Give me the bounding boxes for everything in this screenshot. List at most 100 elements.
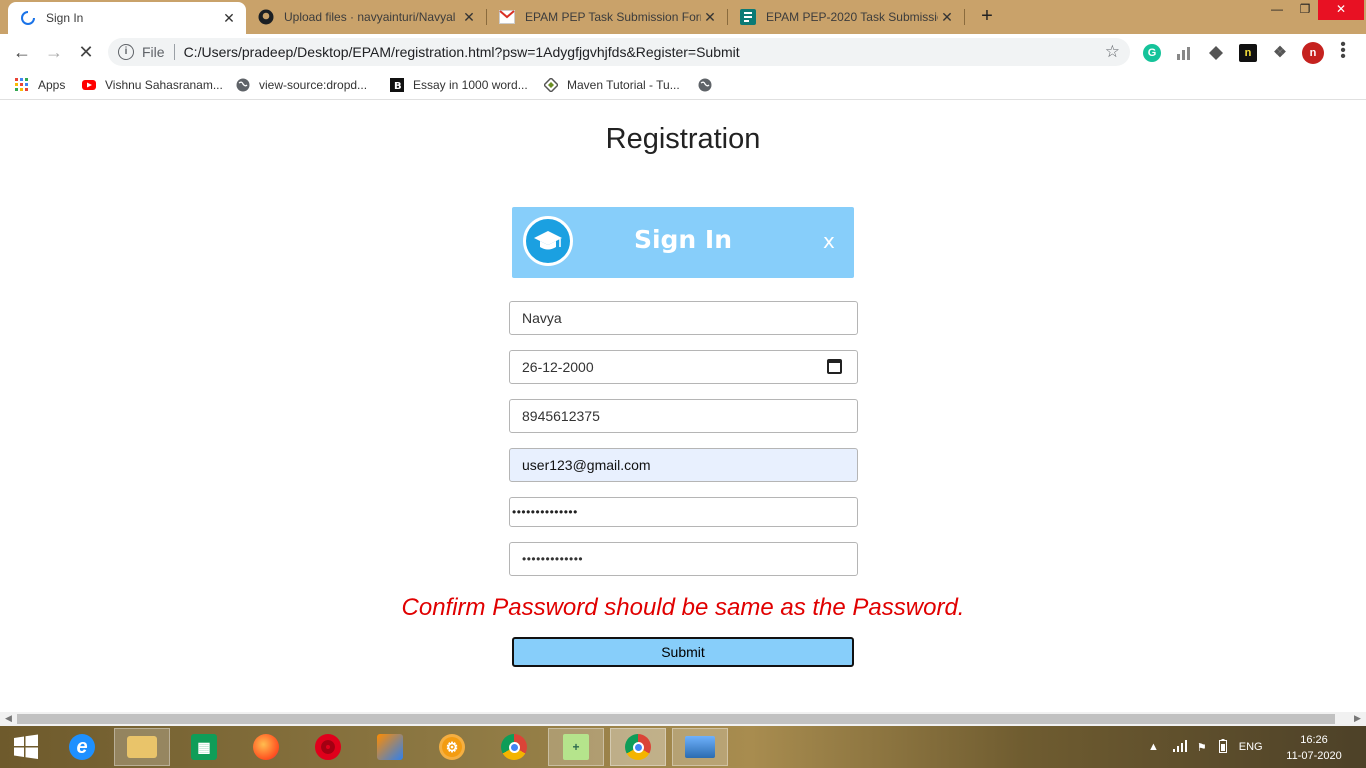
back-button[interactable]: ← xyxy=(11,41,33,63)
tab-title: EPAM PEP Task Submission Form xyxy=(525,10,701,24)
extensions-puzzle-icon[interactable]: ❖ xyxy=(1271,44,1289,62)
taskbar-file-explorer[interactable] xyxy=(114,728,170,766)
windows-taskbar: e ▦ ⚙ + ▲ ⚑ ENG 16:26 11-07-2020 xyxy=(0,726,1366,768)
signin-close-button[interactable]: x xyxy=(823,229,835,253)
password-value: •••••••••••••• xyxy=(512,505,578,519)
info-icon[interactable]: i xyxy=(118,44,134,60)
bookmark-label: Maven Tutorial - Tu... xyxy=(567,78,680,92)
taskbar-app-orange[interactable]: ⚙ xyxy=(424,728,480,766)
confirm-password-value: ••••••••••••• xyxy=(522,552,584,566)
email-value: user123@gmail.com xyxy=(522,457,651,473)
email-input[interactable]: user123@gmail.com xyxy=(509,448,858,482)
name-input[interactable]: Navya xyxy=(509,301,858,335)
taskbar-chrome[interactable] xyxy=(486,728,542,766)
stop-loading-button[interactable]: ✕ xyxy=(75,41,97,63)
password-input[interactable]: •••••••••••••• xyxy=(509,497,858,527)
submit-button[interactable]: Submit xyxy=(512,637,854,667)
globe-icon xyxy=(698,78,712,92)
signin-title: Sign In xyxy=(633,225,733,254)
bookmark-vishnu[interactable]: Vishnu Sahasranam... xyxy=(82,77,223,93)
bookmarks-bar: Apps Vishnu Sahasranam... view-source:dr… xyxy=(0,70,1366,100)
tab-title: Upload files · navyainturi/Navyal xyxy=(284,10,456,24)
bookmark-essay[interactable]: B Essay in 1000 word... xyxy=(390,77,528,93)
tab-epam-2020[interactable]: EPAM PEP-2020 Task Submission ✕ xyxy=(728,0,964,34)
bookmark-apps[interactable]: Apps xyxy=(15,77,65,93)
clock-date: 11-07-2020 xyxy=(1286,750,1342,762)
analytics-extension-icon[interactable] xyxy=(1175,44,1193,62)
taskbar-notepad-plus[interactable]: + xyxy=(548,728,604,766)
minimize-button[interactable]: — xyxy=(1262,0,1292,20)
tab-sign-in[interactable]: Sign In ✕ xyxy=(8,2,246,34)
scroll-right-icon[interactable]: ▶ xyxy=(1354,713,1361,724)
bookmark-label: view-source:dropd... xyxy=(259,78,368,92)
bookmark-star-icon[interactable]: ☆ xyxy=(1105,42,1120,62)
forward-button[interactable]: → xyxy=(43,41,65,63)
svg-text:B: B xyxy=(394,81,402,92)
tab-close-icon[interactable]: ✕ xyxy=(701,9,719,26)
opera-icon xyxy=(315,734,341,760)
scrollbar-thumb[interactable] xyxy=(17,714,1335,724)
folder-icon xyxy=(127,736,157,758)
internet-explorer-icon: e xyxy=(69,734,95,760)
tab-close-icon[interactable]: ✕ xyxy=(460,9,478,26)
phone-input[interactable]: 8945612375 xyxy=(509,399,858,433)
photos-icon xyxy=(685,736,715,758)
firefox-icon xyxy=(253,734,279,760)
restore-button[interactable]: ❐ xyxy=(1290,0,1320,20)
error-message: Confirm Password should be same as the P… xyxy=(401,594,965,621)
start-button[interactable] xyxy=(0,728,52,766)
tab-strip: Sign In ✕ Upload files · navyainturi/Nav… xyxy=(0,0,1366,34)
network-signal-icon[interactable] xyxy=(1172,739,1187,755)
browser-menu-icon[interactable]: • • • xyxy=(1338,37,1348,65)
language-indicator[interactable]: ENG xyxy=(1239,741,1263,753)
tab-epam-form[interactable]: EPAM PEP Task Submission Form ✕ xyxy=(487,0,727,34)
diamond-icon xyxy=(544,78,558,92)
gmail-icon xyxy=(499,9,515,25)
bookmark-globe[interactable] xyxy=(698,77,721,93)
taskbar-photos[interactable] xyxy=(672,728,728,766)
layers-extension-icon[interactable] xyxy=(1207,44,1225,62)
profile-avatar[interactable]: n xyxy=(1302,42,1324,64)
signin-header-card: Sign In x xyxy=(512,207,854,278)
calendar-icon[interactable] xyxy=(827,359,842,374)
bookmark-view-source[interactable]: view-source:dropd... xyxy=(236,77,367,93)
bookmark-label: Apps xyxy=(38,78,66,92)
taskbar-store[interactable]: ▦ xyxy=(176,728,232,766)
tab-close-icon[interactable]: ✕ xyxy=(938,9,956,26)
chrome-icon xyxy=(625,734,651,760)
windows-logo-icon xyxy=(14,734,38,759)
tab-title: EPAM PEP-2020 Task Submission xyxy=(766,10,938,24)
youtube-icon xyxy=(82,78,96,92)
browser-toolbar: ← → ✕ i File C:/Users/pradeep/Desktop/EP… xyxy=(0,34,1366,70)
scroll-left-icon[interactable]: ◀ xyxy=(5,713,12,724)
taskbar-firefox[interactable] xyxy=(238,728,294,766)
bookmark-b-icon: B xyxy=(390,78,404,92)
forms-icon xyxy=(740,9,756,25)
taskbar-opera[interactable] xyxy=(300,728,356,766)
paint-icon xyxy=(377,734,403,760)
taskbar-clock[interactable]: 16:26 11-07-2020 xyxy=(1286,732,1342,764)
taskbar-chrome-active[interactable] xyxy=(610,728,666,766)
tray-expand-icon[interactable]: ▲ xyxy=(1148,741,1159,753)
horizontal-scrollbar[interactable]: ◀ ▶ xyxy=(0,712,1366,726)
address-bar[interactable]: i File C:/Users/pradeep/Desktop/EPAM/reg… xyxy=(108,38,1130,66)
battery-icon[interactable] xyxy=(1218,738,1227,756)
chrome-icon xyxy=(501,734,527,760)
grammarly-icon[interactable]: G xyxy=(1143,44,1161,62)
flag-icon[interactable]: ⚑ xyxy=(1197,741,1207,754)
bookmark-maven[interactable]: Maven Tutorial - Tu... xyxy=(544,77,680,93)
window-close-button[interactable]: ✕ xyxy=(1318,0,1364,20)
bookmark-label: Essay in 1000 word... xyxy=(413,78,528,92)
dob-value: 26-12-2000 xyxy=(522,359,594,375)
confirm-password-input[interactable]: ••••••••••••• xyxy=(509,542,858,576)
taskbar-ie[interactable]: e xyxy=(54,728,110,766)
url-text[interactable]: C:/Users/pradeep/Desktop/EPAM/registrati… xyxy=(184,44,740,60)
new-tab-button[interactable]: + xyxy=(977,6,997,28)
clock-time: 16:26 xyxy=(1300,734,1328,746)
dob-input[interactable]: 26-12-2000 xyxy=(509,350,858,384)
gear-app-icon: ⚙ xyxy=(439,734,465,760)
notion-extension-icon[interactable]: n xyxy=(1239,44,1257,62)
tab-close-icon[interactable]: ✕ xyxy=(220,10,238,27)
taskbar-paint[interactable] xyxy=(362,728,418,766)
tab-upload-files[interactable]: Upload files · navyainturi/Navyal ✕ xyxy=(246,0,486,34)
